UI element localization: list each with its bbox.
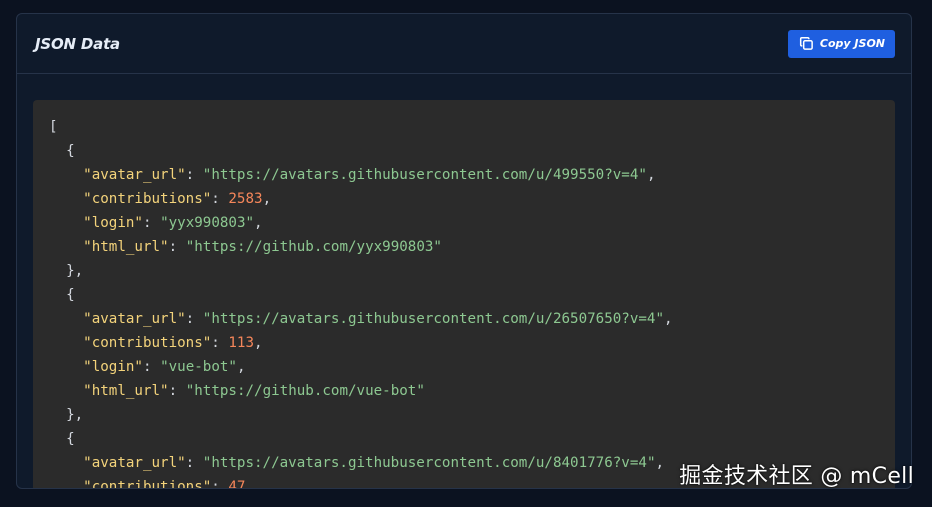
copy-json-button[interactable]: Copy JSON — [787, 29, 895, 58]
watermark: 掘金技术社区 @ mCell — [679, 464, 914, 489]
record-0-login: yyx990803 — [168, 215, 246, 231]
record-1-contributions: 113 — [228, 335, 255, 351]
record-2-contributions: 47 — [228, 479, 246, 489]
card-header: JSON Data Copy JSON — [17, 14, 911, 74]
record-0-contributions: 2583 — [228, 191, 263, 207]
record-0-avatar-url: https://avatars.githubusercontent.com/u/… — [211, 167, 639, 183]
record-2-avatar-url: https://avatars.githubusercontent.com/u/… — [211, 455, 647, 471]
json-code: [ { "avatar_url": "https://avatars.githu… — [33, 100, 895, 489]
record-0-html-url: https://github.com/yyx990803 — [194, 239, 434, 255]
copy-icon — [799, 36, 814, 51]
copy-json-label: Copy JSON — [819, 37, 885, 50]
page: JSON Data Copy JSON [ { "avatar_url": "h… — [0, 0, 932, 507]
record-1-html-url: https://github.com/vue-bot — [194, 383, 417, 399]
record-1-avatar-url: https://avatars.githubusercontent.com/u/… — [211, 311, 656, 327]
card-title: JSON Data — [35, 34, 120, 53]
json-data-card: JSON Data Copy JSON [ { "avatar_url": "h… — [16, 13, 912, 489]
record-1-login: vue-bot — [168, 359, 229, 375]
json-code-panel[interactable]: [ { "avatar_url": "https://avatars.githu… — [33, 100, 895, 489]
